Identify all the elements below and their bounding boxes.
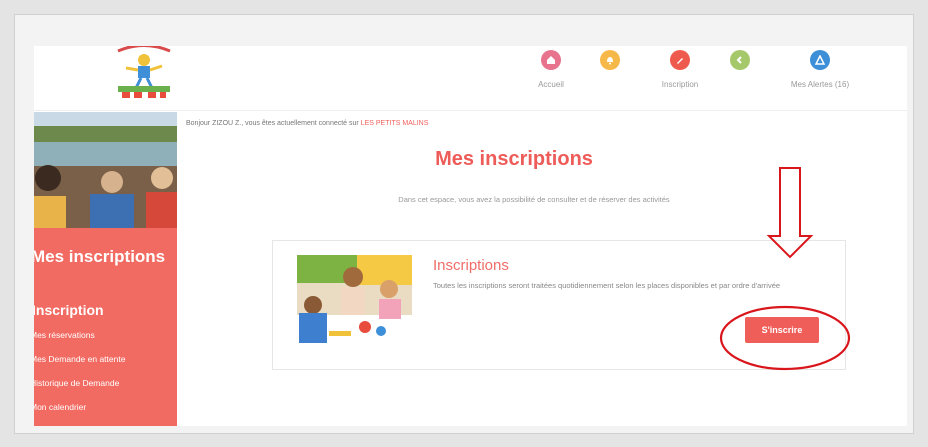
annotation-overlay [719, 167, 851, 371]
highlight-circle-annotation [719, 305, 851, 371]
down-arrow-annotation [766, 167, 814, 259]
